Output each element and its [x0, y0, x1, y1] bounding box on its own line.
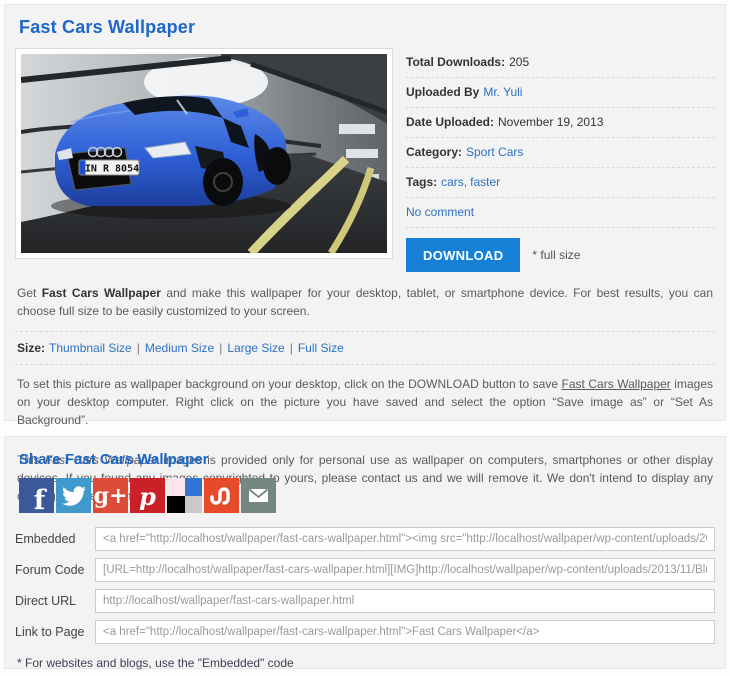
wallpaper-preview-image[interactable]: IN R 8054 [15, 48, 393, 259]
size-links-row: Size: Thumbnail Size | Medium Size | Large Si… [15, 332, 715, 365]
description-bold: Fast Cars Wallpaper [42, 286, 161, 300]
size-separator: | [219, 341, 222, 355]
email-envelope-icon [241, 478, 276, 513]
wallpaper-detail-panel: Fast Cars Wallpaper [4, 4, 726, 421]
no-comment-link[interactable]: No comment [406, 205, 474, 219]
google-plus-share-button[interactable]: g+ [93, 478, 128, 513]
license-plate: IN R 8054 [79, 160, 139, 175]
meta-label: Date Uploaded: [406, 115, 494, 129]
svg-text:IN R 8054: IN R 8054 [85, 164, 139, 175]
forum-code-row: Forum Code [15, 558, 715, 582]
download-row: DOWNLOAD * full size [406, 228, 715, 272]
size-separator: | [137, 341, 140, 355]
tag-separator: , [464, 175, 467, 189]
top-row: IN R 8054 Total Downloads: 205 Uploaded B… [15, 48, 715, 272]
size-link-thumbnail[interactable]: Thumbnail Size [49, 341, 132, 355]
description-text: Get [17, 286, 42, 300]
meta-category: Category: Sport Cars [406, 138, 715, 168]
size-link-full[interactable]: Full Size [298, 341, 344, 355]
car-tunnel-illustration: IN R 8054 [21, 54, 387, 253]
meta-tags: Tags: cars,faster [406, 168, 715, 198]
description-paragraph: Get Fast Cars Wallpaper and make this wa… [15, 272, 715, 332]
facebook-icon: f [34, 485, 46, 513]
email-share-button[interactable] [241, 478, 276, 513]
meta-label: Uploaded By [406, 85, 479, 99]
uploader-link[interactable]: Mr. Yuli [483, 85, 522, 99]
direct-url-label: Direct URL [15, 594, 95, 608]
wallpaper-meta: Total Downloads:205 Uploaded ByMr. Yuli … [406, 48, 715, 272]
meta-comments: No comment [406, 198, 715, 228]
instructions-text: To set this picture as wallpaper backgro… [17, 377, 562, 391]
meta-label: Tags: [406, 175, 437, 189]
embed-usage-note: * For websites and blogs, use the "Embed… [17, 656, 715, 670]
size-label: Size: [17, 341, 45, 355]
link-to-page-input[interactable] [95, 620, 715, 644]
page-title: Fast Cars Wallpaper [19, 17, 715, 38]
size-link-medium[interactable]: Medium Size [145, 341, 214, 355]
instructions-paragraph: To set this picture as wallpaper backgro… [15, 365, 715, 441]
stumbleupon-icon [209, 484, 235, 508]
link-to-page-label: Link to Page [15, 625, 95, 639]
download-button[interactable]: DOWNLOAD [406, 238, 520, 272]
forum-code-label: Forum Code [15, 563, 95, 577]
category-link[interactable]: Sport Cars [466, 145, 523, 159]
meta-total-downloads: Total Downloads: 205 [406, 48, 715, 78]
google-plus-icon: g+ [94, 483, 128, 509]
twitter-bird-icon [62, 484, 86, 508]
tag-link[interactable]: faster [470, 175, 500, 189]
pinterest-share-button[interactable]: p [130, 478, 165, 513]
direct-url-row: Direct URL [15, 589, 715, 613]
pinterest-icon: p [139, 482, 156, 511]
facebook-share-button[interactable]: f [19, 478, 54, 513]
embedded-code-row: Embedded [15, 527, 715, 551]
wallpaper-text-link[interactable]: Fast Cars Wallpaper [562, 377, 671, 391]
size-link-large[interactable]: Large Size [227, 341, 284, 355]
tag-link[interactable]: cars [441, 175, 464, 189]
meta-value: November 19, 2013 [498, 115, 603, 129]
size-separator: | [290, 341, 293, 355]
twitter-share-button[interactable] [56, 478, 91, 513]
delicious-share-button[interactable] [167, 478, 202, 513]
embedded-label: Embedded [15, 532, 95, 546]
meta-value: 205 [509, 55, 529, 69]
meta-uploaded-by: Uploaded By Mr. Yuli [406, 78, 715, 108]
link-to-page-row: Link to Page [15, 620, 715, 644]
full-size-note: * full size [532, 248, 580, 262]
delicious-icon [167, 478, 202, 513]
stumbleupon-share-button[interactable] [204, 478, 239, 513]
embedded-code-input[interactable] [95, 527, 715, 551]
meta-label: Category: [406, 145, 462, 159]
meta-label: Total Downloads: [406, 55, 505, 69]
direct-url-input[interactable] [95, 589, 715, 613]
meta-date-uploaded: Date Uploaded: November 19, 2013 [406, 108, 715, 138]
forum-code-input[interactable] [95, 558, 715, 582]
